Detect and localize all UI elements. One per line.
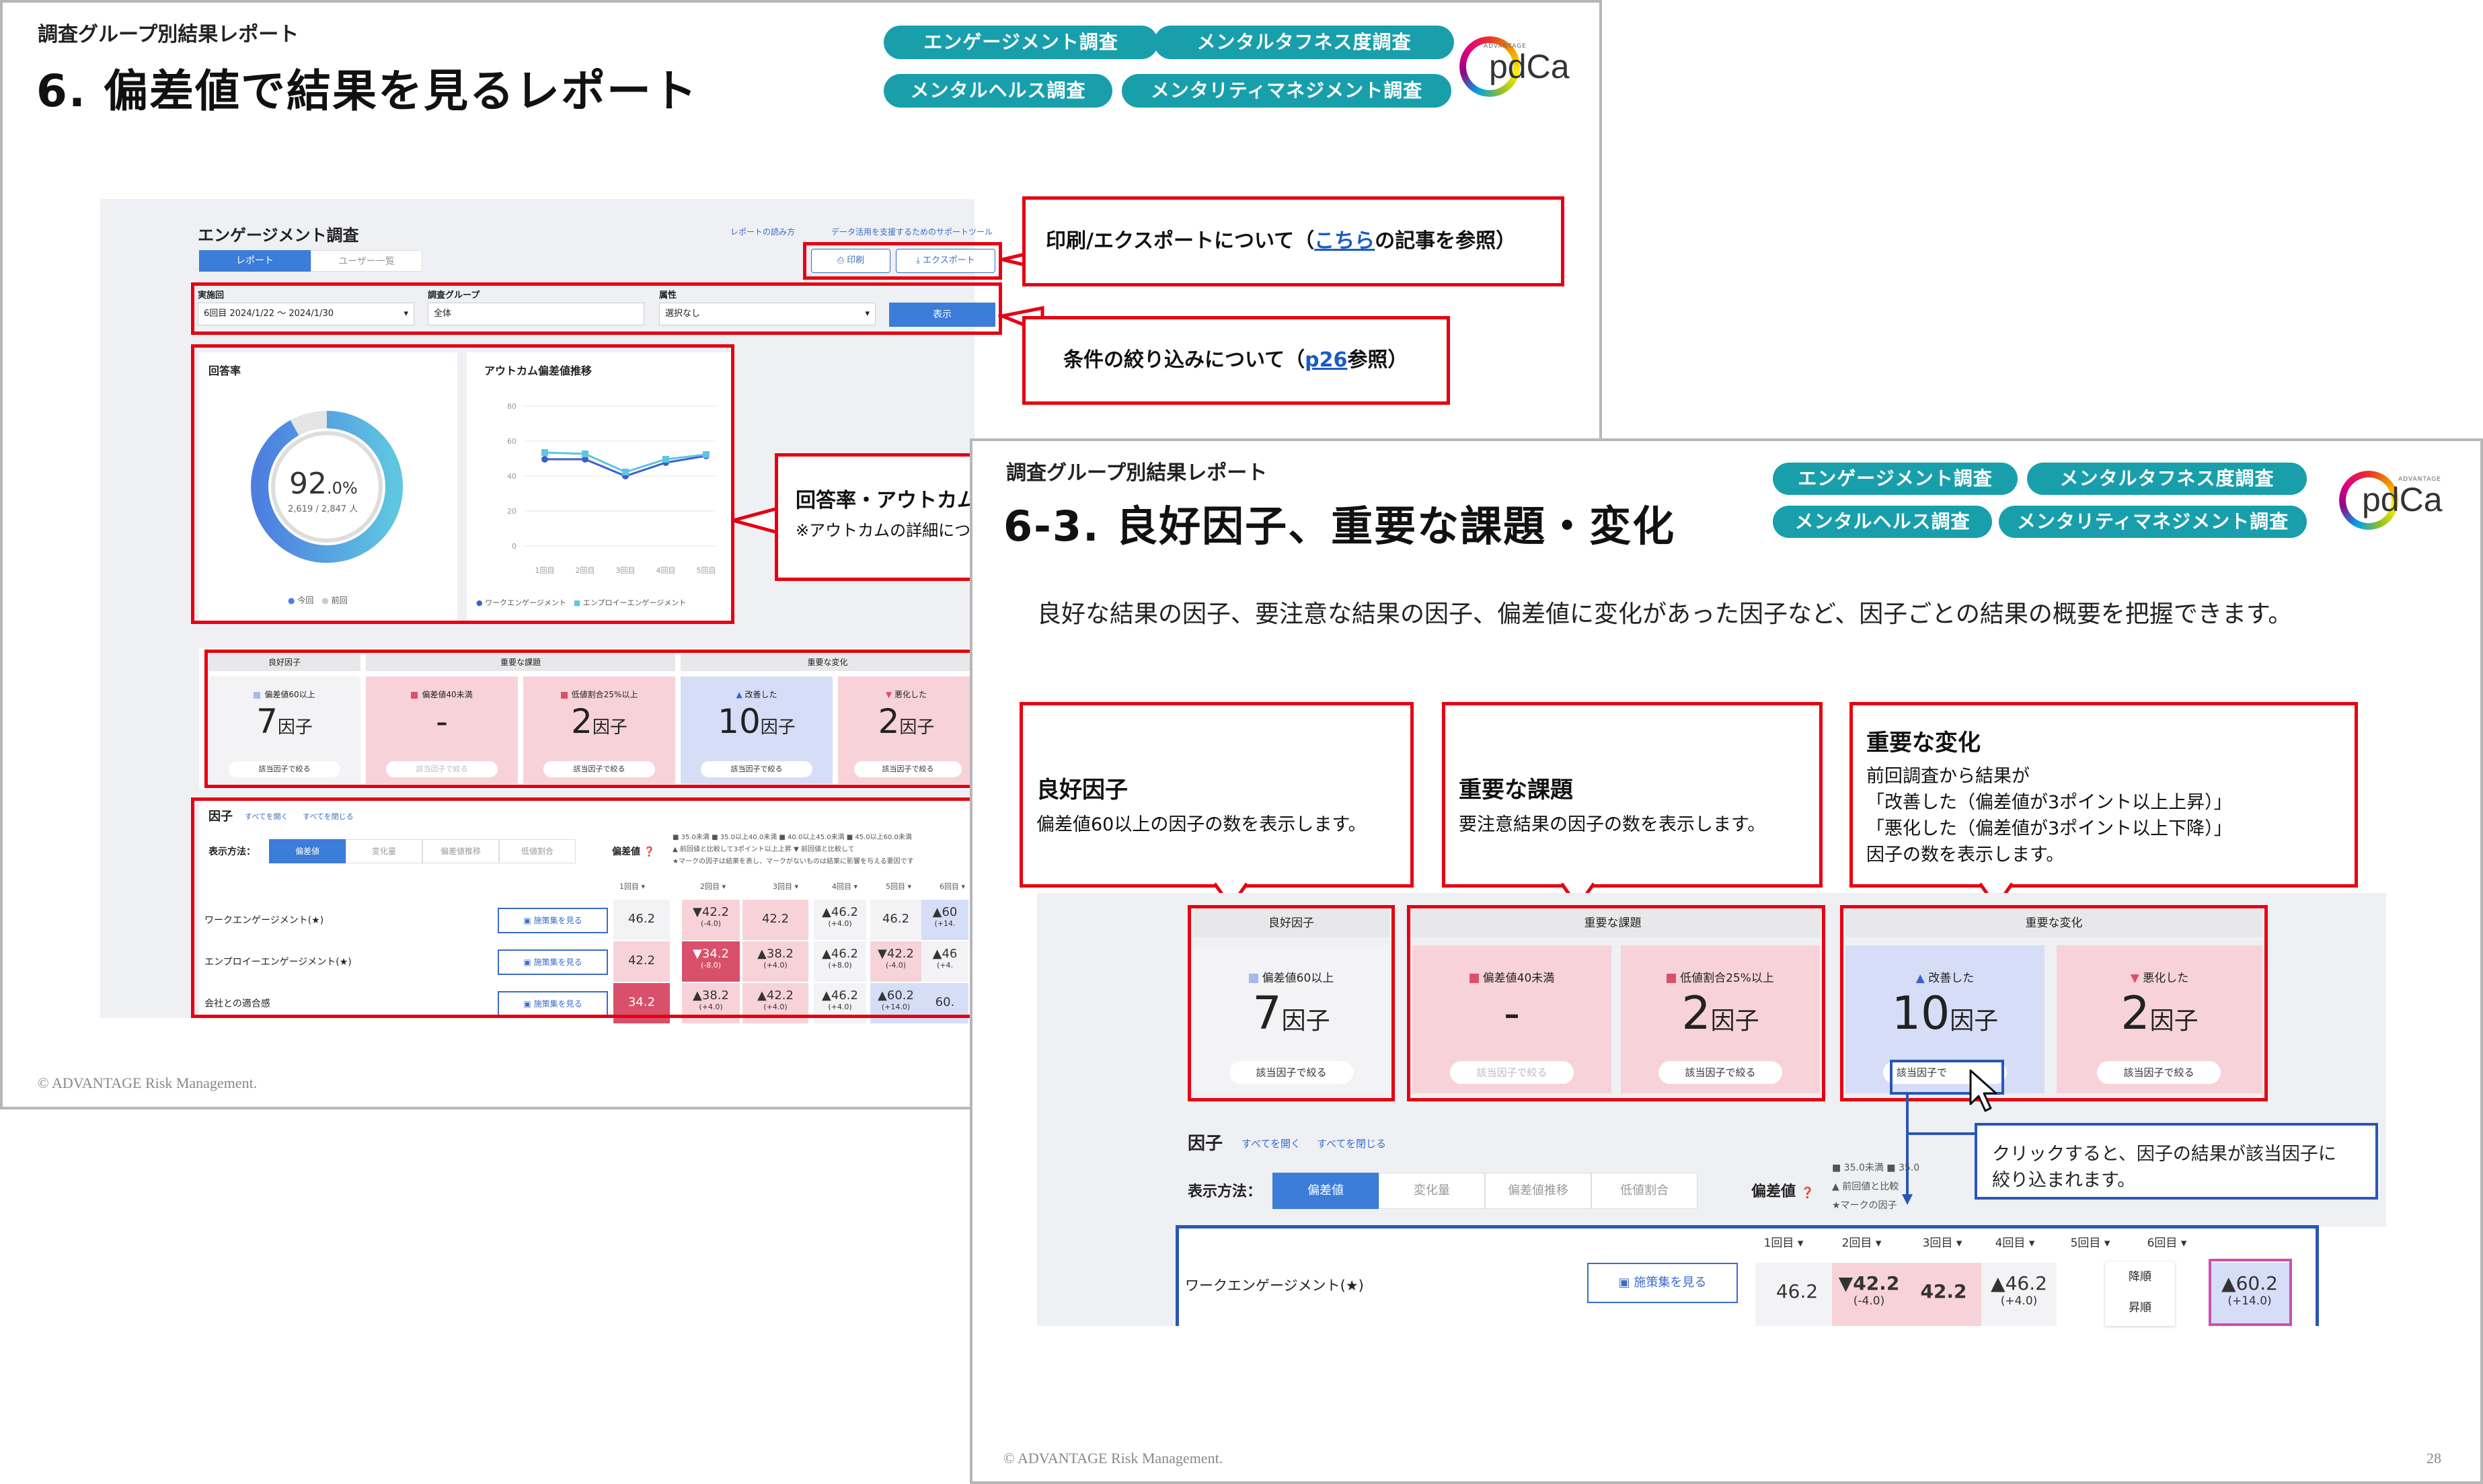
slide-1-subtitle: 調査グループ別結果レポート: [38, 23, 299, 46]
deviation-legend-1: ■ 35.0未満 ■ 35.0: [1832, 1163, 1920, 1173]
callout-issues-title: 重要な課題: [1459, 777, 1573, 804]
callout-changes-line: 因子の数を表示します。: [1866, 845, 2065, 865]
callout-changes: 重要な変化前回調査から結果が「改善した（偏差値が3ポイント以上上昇）」 「悪化した…: [1849, 702, 2358, 888]
callout-print-text: 印刷/エクスポートについて（: [1046, 229, 1315, 253]
logo-text: pdCa: [2362, 481, 2443, 518]
callout-filter-text2: 参照）: [1347, 348, 1408, 372]
callout-good-line: 偏差値60以上の因子の数を表示します。: [1036, 814, 1367, 835]
pill-mental-toughness[interactable]: メンタルタフネス度調査: [2027, 463, 2307, 495]
highlight-factor-table: [1176, 1225, 2319, 1326]
link-howto[interactable]: レポートの読み方: [730, 226, 795, 237]
slide-1-footer: © ADVANTAGE Risk Management.: [38, 1075, 258, 1091]
callout-response-line1: 回答率・アウトカム: [796, 489, 977, 512]
factor-close-all[interactable]: すべてを閉じる: [1317, 1136, 1386, 1150]
callout-good-title: 良好因子: [1036, 777, 1128, 804]
callout-response-line2: ※アウトカムの詳細につ: [796, 521, 971, 540]
tab-users[interactable]: ユーザー一覧: [311, 250, 422, 272]
mode-change[interactable]: 変化量: [1379, 1173, 1485, 1209]
slide-1-title: 6. 偏差値で結果を見るレポート: [36, 65, 698, 117]
callout-response: 回答率・アウトカム ※アウトカムの詳細につ: [775, 453, 977, 581]
mode-low[interactable]: 低値割合: [1591, 1173, 1697, 1209]
link-support[interactable]: データ活用を支援するためのサポートツール: [831, 226, 993, 237]
deviation-label: 偏差値 ❓: [1751, 1179, 1814, 1201]
mode-trend[interactable]: 偏差値推移: [1485, 1173, 1591, 1209]
pill-engagement[interactable]: エンゲージメント調査: [884, 26, 1158, 59]
highlight-export: [803, 242, 1002, 280]
slide-2-title: 6-3. 良好因子、重要な課題・変化: [1003, 502, 1676, 551]
callout-print-text2: の記事を参照）: [1375, 229, 1517, 253]
callout-filter-text: 条件の絞り込みについて（: [1063, 348, 1305, 372]
slide-2-footer: © ADVANTAGE Risk Management.: [1003, 1450, 1223, 1467]
highlight-filters: [191, 282, 1002, 335]
factor-label: 因子: [1188, 1134, 1223, 1154]
deviation-legend-3: ★マークの因子: [1832, 1200, 1897, 1211]
slide-2-subtitle: 調査グループ別結果レポート: [1006, 461, 1268, 485]
pill-mental-health[interactable]: メンタルヘルス調査: [1773, 506, 1992, 538]
factor-open-all[interactable]: すべてを開く: [1242, 1136, 1301, 1150]
callout-filter: 条件の絞り込みについて（p26参照）: [1022, 316, 1450, 405]
pill-mentality-management[interactable]: メンタリティマネジメント調査: [1122, 74, 1451, 108]
highlight-summary: [204, 650, 985, 788]
help-icon[interactable]: ❓: [1801, 1186, 1814, 1199]
highlight-issues: [1407, 905, 1825, 1101]
link-kochira[interactable]: こちら: [1314, 229, 1375, 253]
deviation-text: 偏差値: [1751, 1183, 1796, 1200]
callout-changes-line: 前回調査から結果が: [1866, 766, 2030, 787]
highlight-response-outcome: [191, 344, 734, 624]
description: 良好な結果の因子、要注意な結果の因子、偏差値に変化があった因子など、因子ごとの結…: [1037, 600, 2293, 628]
report-heading: エンゲージメント調査: [198, 226, 359, 245]
callout-changes-title: 重要な変化: [1866, 730, 1981, 756]
click-note-line1: クリックすると、因子の結果が該当因子に: [1992, 1144, 2336, 1165]
link-p26[interactable]: p26: [1305, 348, 1347, 372]
slide-2: 調査グループ別結果レポート 6-3. 良好因子、重要な課題・変化 エンゲージメン…: [970, 438, 2483, 1484]
pill-mental-health[interactable]: メンタルヘルス調査: [884, 74, 1112, 108]
callout-issues-line: 要注意結果の因子の数を表示します。: [1459, 814, 1766, 835]
click-note-line2: 絞り込まれます。: [1992, 1170, 2136, 1191]
highlight-latest-column: [2209, 1259, 2292, 1326]
pill-mentality-management[interactable]: メンタリティマネジメント調査: [1999, 506, 2307, 538]
tab-report[interactable]: レポート: [199, 250, 311, 272]
pill-mental-toughness[interactable]: メンタルタフネス度調査: [1154, 26, 1454, 59]
callout-print: 印刷/エクスポートについて（こちらの記事を参照）: [1022, 196, 1564, 286]
highlight-good: [1188, 905, 1395, 1101]
click-note: クリックすると、因子の結果が該当因子に 絞り込まれます。: [1975, 1123, 2378, 1200]
callout-changes-line: 「悪化した（偏差値が3ポイント以上下降）」: [1866, 818, 2232, 839]
display-method-label: 表示方法：: [1188, 1183, 1262, 1200]
highlight-factors: [191, 797, 985, 1018]
callout-changes-line: 「改善した（偏差値が3ポイント以上上昇）」: [1866, 792, 2232, 813]
callout-issues: 重要な課題要注意結果の因子の数を表示します。: [1442, 702, 1823, 888]
callout-good: 良好因子偏差値60以上の因子の数を表示します。: [1020, 702, 1414, 888]
deviation-legend-2: ▲ 前回値と比較: [1832, 1181, 1899, 1192]
pill-engagement[interactable]: エンゲージメント調査: [1773, 463, 2018, 495]
page-number: 28: [2427, 1450, 2441, 1467]
mode-deviation[interactable]: 偏差値: [1272, 1173, 1379, 1209]
click-connector: [1902, 1093, 1976, 1205]
logo-text: pdCa: [1489, 48, 1570, 85]
